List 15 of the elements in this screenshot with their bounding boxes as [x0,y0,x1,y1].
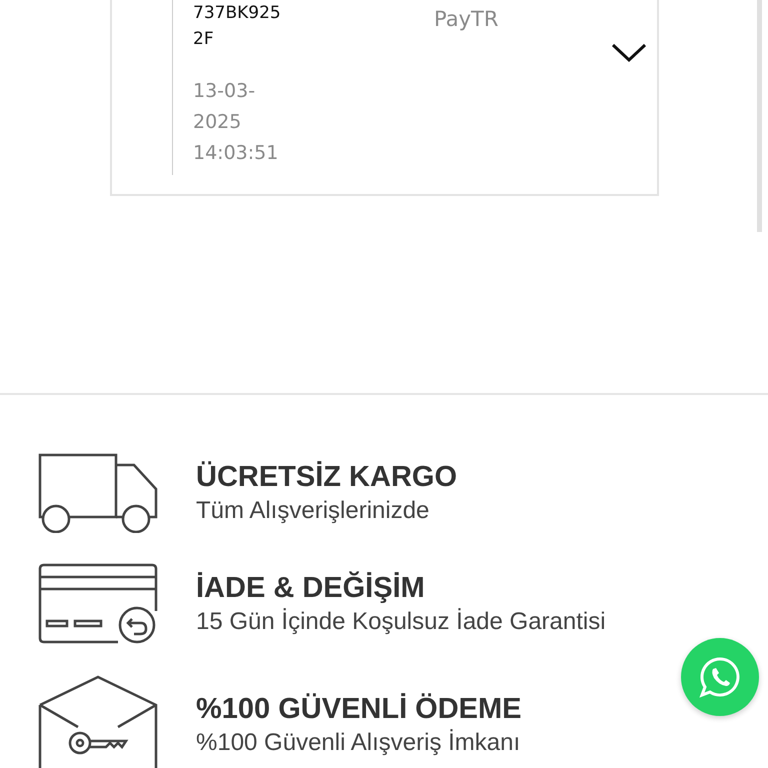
envelope-key-icon [38,675,158,768]
order-code: 737BK925 [193,2,282,25]
truck-icon [38,453,158,533]
feature-title: İADE & DEĞİŞİM [196,571,426,606]
order-code: 2F [193,28,215,51]
order-date: 13-03-2025 14:03:51 [193,79,280,166]
feature-subtitle: %100 Güvenli Alışveriş İmkanı [196,728,522,758]
feature-subtitle: 15 Gün İçinde Koşulsuz İade Garantisi [196,606,606,637]
feature-title: %100 GÜVENLİ ÖDEME [196,692,522,727]
feature-title: ÜCRETSİZ KARGO [196,460,457,495]
card-refund-icon [38,563,158,645]
payment-method: PayTR [434,6,498,33]
whatsapp-icon [699,656,741,698]
chevron-icon[interactable] [611,42,647,64]
feature-subtitle: Tüm Alışverişlerinizde [196,496,430,526]
